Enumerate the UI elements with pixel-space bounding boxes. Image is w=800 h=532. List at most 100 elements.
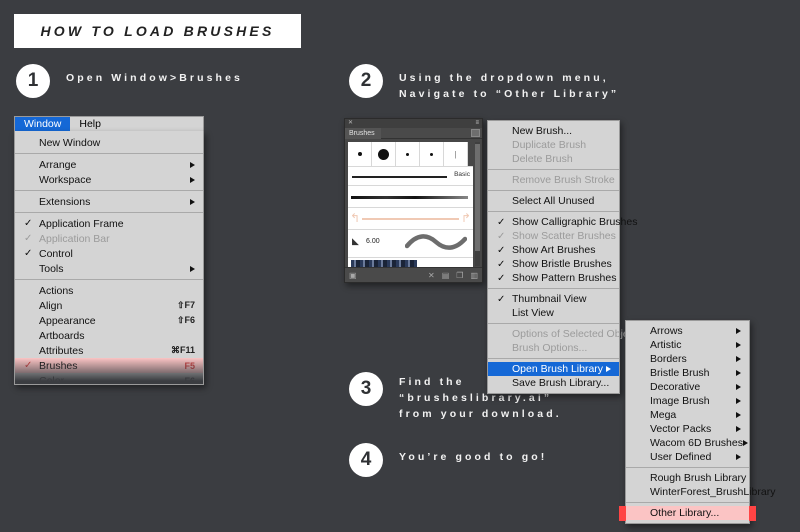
- submenu-item-vector-packs[interactable]: Vector Packs: [626, 422, 749, 436]
- dropdown-item-thumbnail-view[interactable]: ✓ Thumbnail View: [488, 292, 619, 306]
- window-menu-item-extensions[interactable]: Extensions: [15, 194, 203, 209]
- menubar-item-help[interactable]: Help: [70, 117, 110, 131]
- check-icon: ✓: [497, 273, 506, 284]
- window-menu-item-new-window[interactable]: New Window: [15, 135, 203, 150]
- shortcut-key: F6: [184, 375, 195, 385]
- remove-brush-stroke-icon[interactable]: ✕: [428, 271, 435, 280]
- submenu-item-decorative[interactable]: Decorative: [626, 380, 749, 394]
- dropdown-item-label: Show Scatter Brushes: [512, 230, 616, 242]
- window-menu-item-workspace[interactable]: Workspace: [15, 172, 203, 187]
- window-menu-item-control[interactable]: ✓ Control: [15, 246, 203, 261]
- dropdown-item-new-brush[interactable]: New Brush...: [488, 124, 619, 138]
- window-menu-item-actions[interactable]: Actions: [15, 283, 203, 298]
- submenu-item-artistic[interactable]: Artistic: [626, 338, 749, 352]
- dropdown-item-label: Show Bristle Brushes: [512, 258, 612, 270]
- window-menu-separator: [15, 153, 203, 154]
- submenu-item-label: Other Library...: [650, 507, 720, 519]
- brush-row-wave[interactable]: ◣ 6.00: [348, 230, 473, 258]
- open-brush-library-submenu[interactable]: Arrows Artistic Borders Bristle Brush Decora…: [619, 320, 775, 524]
- dropdown-item-options-of-selected-object: Options of Selected Object...: [488, 327, 646, 341]
- submenu-item-borders[interactable]: Borders: [626, 352, 749, 366]
- submenu-item-other-library[interactable]: Other Library...: [619, 506, 756, 521]
- window-menu-item-arrange[interactable]: Arrange: [15, 157, 203, 172]
- panel-scrollbar-thumb[interactable]: [475, 144, 480, 251]
- window-menu-item-label: Arrange: [39, 158, 77, 171]
- chevron-right-icon: [742, 440, 748, 446]
- brush-thumbnail-row[interactable]: |: [348, 142, 473, 167]
- submenu-separator: [626, 502, 749, 503]
- window-menu-item-label: Application Bar: [39, 232, 110, 245]
- brushes-panel[interactable]: ✕ ≡ Brushes | Basic ↰ ↱ ◣ 6.00 ▣ ✕ ▤ ❐ ▥: [344, 118, 483, 283]
- window-menu-body[interactable]: New Window Arrange Workspace Extensions ✓ App…: [14, 131, 204, 385]
- brush-thumb-2[interactable]: [372, 142, 396, 166]
- brush-libraries-menu-icon[interactable]: ▣: [349, 271, 357, 280]
- panel-scrollbar[interactable]: [475, 142, 480, 266]
- close-icon[interactable]: ✕: [348, 120, 353, 127]
- window-menu-item-appearance[interactable]: Appearance ⇧F6: [15, 313, 203, 328]
- brush-thumb-1[interactable]: [348, 142, 372, 166]
- wave-stroke-preview: [405, 234, 467, 250]
- brush-row-charcoal[interactable]: [348, 186, 473, 208]
- dropdown-item-brush-options: Brush Options...: [488, 341, 619, 355]
- window-menu-item-artboards[interactable]: Artboards: [15, 328, 203, 343]
- submenu-item-image-brush[interactable]: Image Brush: [626, 394, 749, 408]
- dropdown-item-open-brush-library[interactable]: Open Brush Library: [488, 362, 619, 376]
- delete-brush-icon[interactable]: ▥: [470, 271, 478, 280]
- panel-options-icon[interactable]: [471, 129, 480, 137]
- menubar-item-window[interactable]: Window: [15, 117, 71, 131]
- dropdown-item-save-brush-library[interactable]: Save Brush Library...: [488, 376, 619, 390]
- menubar[interactable]: Window Help: [14, 116, 204, 131]
- submenu-item-winterforest-brushlibrary[interactable]: WinterForest_BrushLibrary: [626, 485, 775, 499]
- dropdown-item-label: Duplicate Brush: [512, 139, 587, 151]
- dropdown-item-list-view[interactable]: List View: [488, 306, 619, 320]
- dropdown-item-show-pattern-brushes[interactable]: ✓ Show Pattern Brushes: [488, 271, 619, 285]
- window-menu-item-label: Workspace: [39, 173, 92, 186]
- window-menu-item-tools[interactable]: Tools: [15, 261, 203, 276]
- brush-thumb-3[interactable]: [396, 142, 420, 166]
- window-menu-separator: [15, 212, 203, 213]
- brush-options-icon[interactable]: ▤: [442, 271, 450, 280]
- brush-row-basic[interactable]: Basic: [348, 167, 473, 186]
- window-menu-item-attributes[interactable]: Attributes ⌘F11: [15, 343, 203, 358]
- panel-tab-bar[interactable]: Brushes: [345, 127, 482, 139]
- dropdown-item-label: Show Calligraphic Brushes: [512, 216, 638, 228]
- window-menu-item-label: Extensions: [39, 195, 91, 208]
- window-menu-item-align[interactable]: Align ⇧F7: [15, 298, 203, 313]
- chevron-right-icon: [736, 328, 741, 334]
- dropdown-item-select-all-unused[interactable]: Select All Unused: [488, 194, 619, 208]
- dropdown-item-label: Show Art Brushes: [512, 244, 596, 256]
- dropdown-item-label: Remove Brush Stroke: [512, 174, 615, 186]
- submenu-item-rough-brush-library[interactable]: Rough Brush Library: [626, 471, 749, 485]
- highlight-marker-right: [749, 506, 756, 521]
- submenu-item-bristle-brush[interactable]: Bristle Brush: [626, 366, 749, 380]
- dropdown-item-label: Delete Brush: [512, 153, 573, 165]
- panel-menu-icon[interactable]: ≡: [475, 120, 479, 127]
- panel-footer-toolbar[interactable]: ▣ ✕ ▤ ❐ ▥: [345, 267, 482, 282]
- window-menu-item-color[interactable]: Color F6: [15, 373, 203, 385]
- window-menu-item-application-frame[interactable]: ✓ Application Frame: [15, 216, 203, 231]
- brush-list[interactable]: | Basic ↰ ↱ ◣ 6.00: [348, 142, 473, 267]
- dropdown-item-show-art-brushes[interactable]: ✓ Show Art Brushes: [488, 243, 619, 257]
- chevron-right-icon: [606, 366, 611, 372]
- brushes-panel-dropdown-menu[interactable]: New Brush... Duplicate Brush Delete Brush R…: [487, 120, 646, 394]
- dropdown-item-duplicate-brush: Duplicate Brush: [488, 138, 619, 152]
- dropdown-item-label: Thumbnail View: [512, 293, 587, 305]
- submenu-item-arrows[interactable]: Arrows: [626, 324, 749, 338]
- submenu-separator: [626, 467, 749, 468]
- panel-tab-brushes[interactable]: Brushes: [345, 127, 381, 139]
- submenu-item-user-defined[interactable]: User Defined: [626, 450, 749, 464]
- submenu-item-mega[interactable]: Mega: [626, 408, 749, 422]
- new-brush-icon[interactable]: ❐: [456, 271, 463, 280]
- brush-row-arrow[interactable]: ↰ ↱: [348, 208, 473, 230]
- brush-thumb-5[interactable]: |: [444, 142, 468, 166]
- dropdown-item-show-calligraphic-brushes[interactable]: ✓ Show Calligraphic Brushes: [488, 215, 637, 229]
- check-icon: ✓: [24, 218, 33, 229]
- window-menu-item-brushes[interactable]: ✓ Brushes F5: [15, 358, 203, 373]
- basic-stroke-preview: [352, 176, 447, 178]
- chevron-right-icon: [736, 370, 741, 376]
- brush-row-pattern[interactable]: [348, 258, 473, 267]
- submenu-item-wacom-6d-brushes[interactable]: Wacom 6D Brushes: [626, 436, 749, 450]
- dropdown-item-show-bristle-brushes[interactable]: ✓ Show Bristle Brushes: [488, 257, 619, 271]
- shortcut-key: ⇧F7: [176, 300, 195, 310]
- brush-thumb-4[interactable]: [420, 142, 444, 166]
